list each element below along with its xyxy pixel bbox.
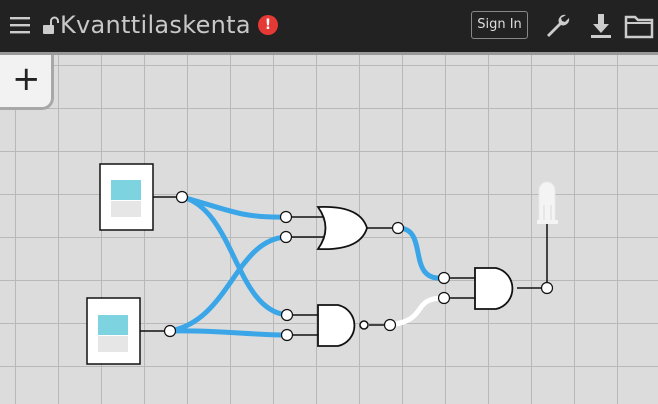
led-output[interactable] bbox=[537, 181, 558, 224]
node-switch-b-out bbox=[163, 324, 177, 338]
node-nand-in-2 bbox=[280, 328, 294, 342]
switch-input-b[interactable] bbox=[86, 297, 141, 365]
wire-nand-to-and bbox=[387, 295, 447, 328]
nand-gate[interactable] bbox=[317, 304, 369, 347]
node-or-in-2 bbox=[279, 230, 293, 244]
wire-b-to-nand bbox=[167, 328, 290, 338]
node-and-out bbox=[540, 281, 554, 295]
or-gate[interactable] bbox=[316, 205, 368, 251]
node-switch-a-out bbox=[175, 190, 189, 204]
node-or-in-1 bbox=[279, 210, 293, 224]
circuit-diagram bbox=[86, 163, 558, 365]
node-nand-out bbox=[383, 318, 397, 332]
wire-b-to-or bbox=[167, 234, 289, 334]
and-gate[interactable] bbox=[474, 267, 514, 310]
wire-or-to-and bbox=[395, 225, 447, 281]
node-and-in-1 bbox=[437, 271, 451, 285]
node-nand-in-1 bbox=[280, 308, 294, 322]
node-or-out bbox=[391, 221, 405, 235]
switch-input-a[interactable] bbox=[99, 163, 154, 231]
node-and-in-2 bbox=[437, 291, 451, 305]
